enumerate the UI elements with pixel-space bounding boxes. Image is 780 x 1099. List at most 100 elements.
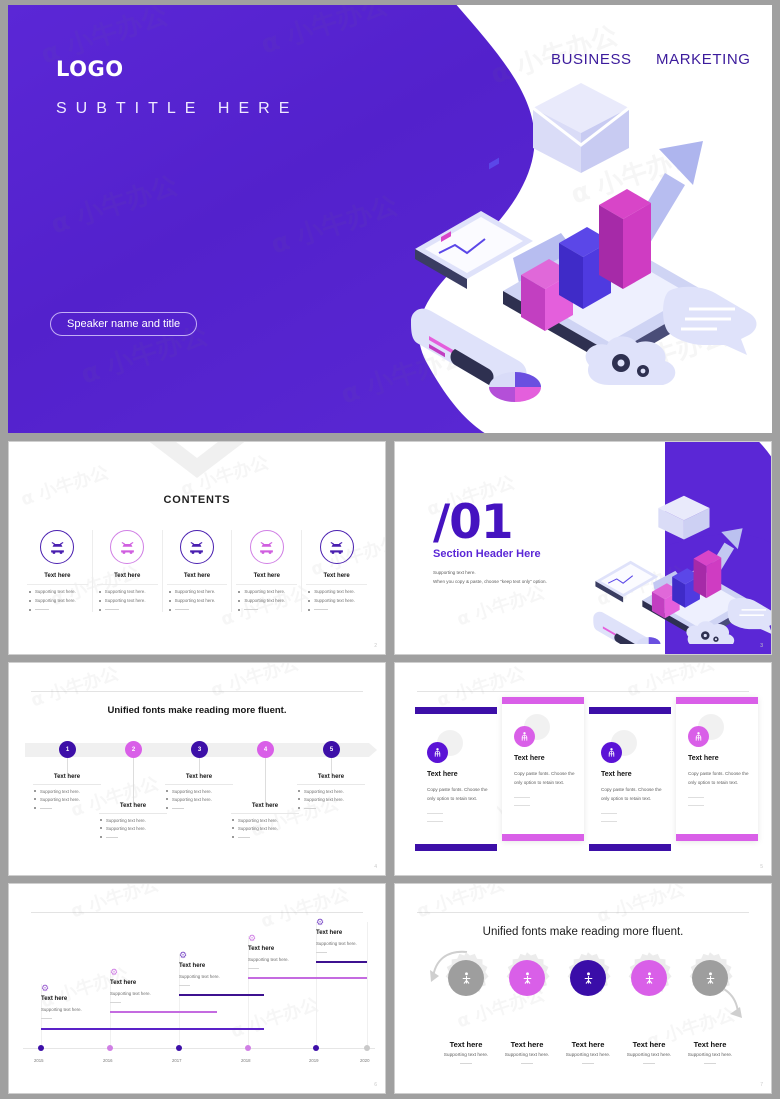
step-node[interactable]: 2 xyxy=(125,741,142,758)
step-block[interactable]: Text here Supporting text here. Supporti… xyxy=(33,774,101,811)
gear-support: Supporting text here. xyxy=(443,1053,489,1058)
gear-item[interactable]: Text here Supporting text here. xyxy=(559,952,617,1067)
year-marker xyxy=(176,1045,182,1051)
gear-support: Supporting text here. xyxy=(626,1053,672,1058)
step-block[interactable]: Text here Supporting text here. Supporti… xyxy=(297,774,365,811)
step-node[interactable]: 4 xyxy=(257,741,274,758)
contents-item-bullet-placeholder xyxy=(306,607,367,612)
year-label: 2019 xyxy=(309,1058,319,1063)
year-marker xyxy=(38,1045,44,1051)
card-body: Copy paste fonts. Choose the only option… xyxy=(601,787,662,801)
step-bullet: Supporting text here. xyxy=(165,797,233,802)
contents-item-heading: Text here xyxy=(236,573,298,585)
user-group-icon xyxy=(688,726,709,747)
step-block[interactable]: Text here Supporting text here. Supporti… xyxy=(99,803,167,840)
milestone-support: Supporting text here. xyxy=(316,941,357,946)
gear-icon: ⚙ xyxy=(41,983,50,993)
section-support-line2: When you copy & paste, choose "keep text… xyxy=(433,579,547,584)
cover-illustration-isometric-analytics xyxy=(411,83,757,402)
step-block[interactable]: Text here Supporting text here. Supporti… xyxy=(165,774,233,811)
top-rule xyxy=(417,691,749,692)
step-bullet: Supporting text here. xyxy=(297,797,365,802)
section-support-line1: Supporting text here. xyxy=(433,570,476,575)
card-cap-top xyxy=(589,707,671,714)
contents-item[interactable]: Text here Supporting text here. Supporti… xyxy=(301,530,371,612)
step-block[interactable]: Text here Supporting text here. Supporti… xyxy=(231,803,299,840)
feature-card[interactable]: Text here Copy paste fonts. Choose the o… xyxy=(676,697,758,841)
contents-item-bullet: Supporting text here. xyxy=(167,598,228,603)
step-node[interactable]: 3 xyxy=(191,741,208,758)
gear-heading: Text here xyxy=(571,1040,605,1049)
card-body: Copy paste fonts. Choose the only option… xyxy=(688,771,749,785)
card-cap-bottom xyxy=(589,844,671,851)
top-rule xyxy=(31,912,363,913)
year-label: 2017 xyxy=(172,1058,182,1063)
year-marker xyxy=(107,1045,113,1051)
card-cap-top xyxy=(415,707,497,714)
slide-contents[interactable]: α 小牛办公 α 小牛办公 α 小牛办公 α 小牛办公 α 小牛办公 CONTE… xyxy=(8,441,386,655)
milestone-support: Supporting text here. xyxy=(248,957,289,962)
cover-speaker-chip[interactable]: Speaker name and title xyxy=(50,312,198,336)
car-icon xyxy=(110,530,145,564)
step-bullet: Supporting text here. xyxy=(165,789,233,794)
contents-item[interactable]: Text here Supporting text here. Supporti… xyxy=(161,530,232,612)
gridline xyxy=(367,922,368,1046)
step-number: 5 xyxy=(329,746,334,753)
section-support: Supporting text here. When you copy & pa… xyxy=(433,568,547,586)
step-number: 3 xyxy=(197,746,202,753)
step-bullet-placeholder xyxy=(99,835,167,840)
contents-item-bullet: Supporting text here. xyxy=(97,598,158,603)
contents-item-heading: Text here xyxy=(306,573,367,585)
car-icon xyxy=(249,530,284,564)
contents-item[interactable]: Text here Supporting text here. Supporti… xyxy=(231,530,301,612)
gear-item[interactable]: Text here Supporting text here. xyxy=(681,952,739,1067)
card-divider xyxy=(688,797,704,798)
slide-gantt-timeline[interactable]: α 小牛办公 α 小牛办公 α 小牛办公 α 小牛办公 ⚙ Text here … xyxy=(8,883,386,1094)
step-stem xyxy=(133,758,134,804)
contents-item-bullet-placeholder xyxy=(27,607,88,612)
contents-item[interactable]: Text here Supporting text here. Supporti… xyxy=(23,530,92,612)
step-bullet: Supporting text here. xyxy=(33,789,101,794)
feature-card[interactable]: Text here Copy paste fonts. Choose the o… xyxy=(589,707,671,851)
gantt-bar xyxy=(41,1028,264,1030)
gear-heading: Text here xyxy=(693,1040,727,1049)
step-stem xyxy=(67,758,68,774)
gear-item[interactable]: Text here Supporting text here. xyxy=(498,952,556,1067)
slide-numbered-steps[interactable]: α 小牛办公 α 小牛办公 α 小牛办公 α 小牛办公 Unified font… xyxy=(8,662,386,876)
contents-item-heading: Text here xyxy=(27,573,88,585)
slide-feature-cards[interactable]: α 小牛办公 α 小牛办公 α 小牛办公 α 小牛办公 Text here Co… xyxy=(394,662,772,876)
gantt-bar xyxy=(248,977,367,979)
contents-title: CONTENTS xyxy=(163,494,231,506)
contents-item-bullet-placeholder xyxy=(236,607,297,612)
page-number: 4 xyxy=(374,864,377,870)
feature-card[interactable]: Text here Copy paste fonts. Choose the o… xyxy=(415,707,497,851)
top-rule xyxy=(31,691,363,692)
step-node[interactable]: 1 xyxy=(59,741,76,758)
feature-card[interactable]: Text here Copy paste fonts. Choose the o… xyxy=(502,697,584,841)
gear-icon: ⚙ xyxy=(179,950,188,960)
gear-item[interactable]: Text here Supporting text here. xyxy=(620,952,678,1067)
contents-item-bullet: Supporting text here. xyxy=(167,589,228,594)
step-node[interactable]: 5 xyxy=(323,741,340,758)
gear-item[interactable]: Text here Supporting text here. xyxy=(437,952,495,1067)
slide-gear-circles[interactable]: α 小牛办公 α 小牛办公 α 小牛办公 α 小牛办公 Unified font… xyxy=(394,883,772,1094)
milestone-placeholder xyxy=(316,950,327,955)
milestone-support: Supporting text here. xyxy=(179,974,220,979)
card-cap-bottom xyxy=(415,844,497,851)
slide-section-header[interactable]: α 小牛办公 α 小牛办公 α 小牛办公 /01 Section Header … xyxy=(394,441,772,655)
cover-logo: LOGO xyxy=(56,57,124,81)
step-heading: Text here xyxy=(297,774,365,785)
car-icon xyxy=(179,530,214,564)
card-heading: Text here xyxy=(688,755,719,762)
contents-item-bullet: Supporting text here. xyxy=(236,589,297,594)
step-bullet-placeholder xyxy=(33,806,101,811)
contents-item[interactable]: Text here Supporting text here. Supporti… xyxy=(91,530,162,612)
milestone-heading: Text here xyxy=(179,963,206,969)
chevron-backdrop-inner xyxy=(119,442,275,458)
year-label: 2020 xyxy=(360,1058,370,1063)
toggle-pill-card xyxy=(411,308,541,402)
page-number: 3 xyxy=(760,643,763,649)
contents-item-heading: Text here xyxy=(166,573,228,585)
slide-cover[interactable]: α 小牛办公 α 小牛办公 α 小牛办公 α 小牛办公 α 小牛办公 α 小牛办… xyxy=(8,5,772,433)
gear-placeholder xyxy=(620,1062,678,1067)
